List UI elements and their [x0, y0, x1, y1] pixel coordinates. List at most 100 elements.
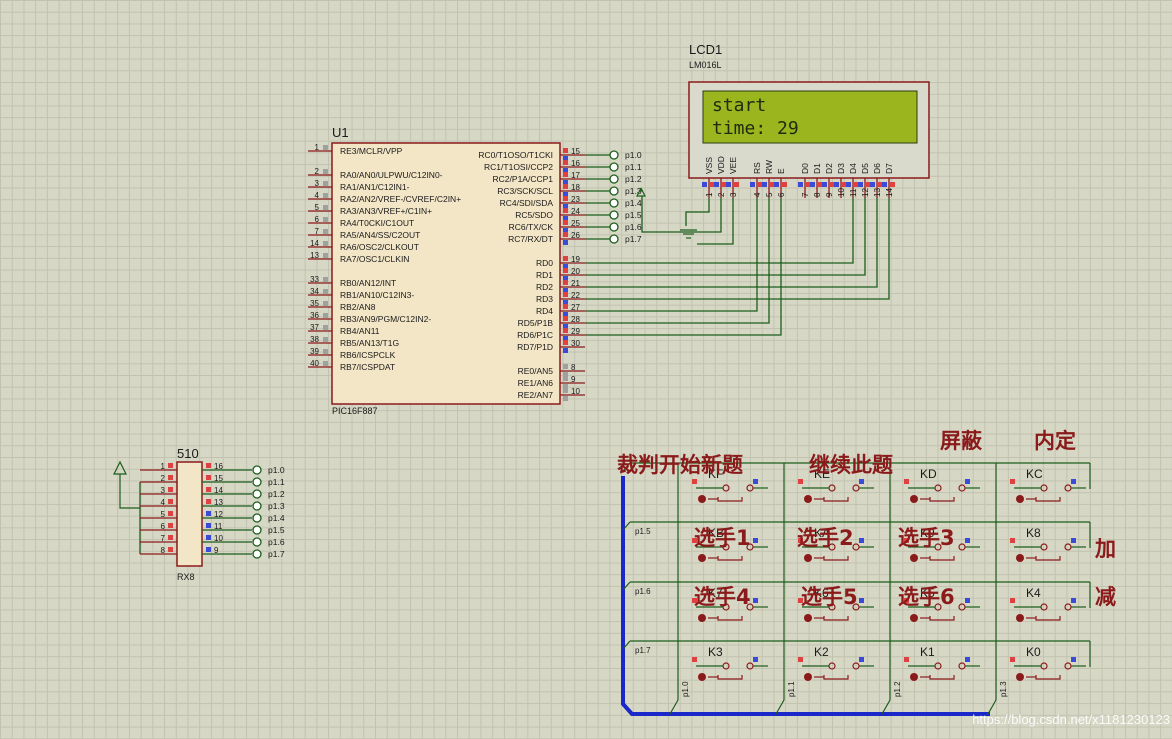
mcu-pin-num: 27 — [571, 303, 580, 312]
note-player-4: 选手4 — [694, 585, 751, 609]
lcd-pin-num: 8 — [813, 192, 822, 197]
mcu-pin-label: RB3/AN9/PGM/C12IN2- — [340, 314, 431, 324]
key-pin-marker — [753, 657, 758, 662]
rpack-left-num: 2 — [161, 474, 166, 483]
ground-symbol — [636, 187, 697, 239]
lcd-pin-marker — [846, 182, 851, 187]
mcu-pin-num: 23 — [571, 195, 580, 204]
rpack-net-label: p1.6 — [268, 537, 285, 547]
rpack-value: 510 — [177, 446, 199, 461]
mcu-pin-num: 28 — [571, 315, 580, 324]
mcu-pin-num: 9 — [571, 375, 576, 384]
key-pin-marker — [965, 657, 970, 662]
key-pin-marker — [859, 657, 864, 662]
mcu-pin-marker-right — [563, 240, 568, 245]
lcd-pin-name: D7 — [884, 163, 894, 174]
key-pin-marker — [1071, 479, 1076, 484]
rpack-pin-marker — [206, 535, 211, 540]
resistor-pack-rx8[interactable]: 510 RX8 1234567816 p1.015 p1.114 p1.213 p1.3… — [113, 446, 285, 582]
note-player-1: 选手1 — [694, 526, 751, 550]
lcd-pin-num: 4 — [753, 192, 762, 197]
mcu-pin-label: RD1 — [536, 270, 553, 280]
mcu-pin-num: 25 — [571, 219, 580, 228]
rpack-pin-marker — [206, 547, 211, 552]
mcu-pin-marker-left — [563, 316, 568, 321]
key-pin-marker — [1071, 657, 1076, 662]
mcu-part: PIC16F887 — [332, 406, 378, 416]
keypad-col-net: p1.0 — [681, 681, 690, 697]
rpack-pin-marker — [168, 463, 173, 468]
mcu-pin-marker-left — [563, 388, 568, 393]
rpack-right-num: 11 — [214, 522, 223, 531]
lcd-pin-name: E — [776, 168, 786, 174]
rpack-pin-marker — [206, 463, 211, 468]
key-contact — [1040, 484, 1048, 492]
mcu-pin-num: 4 — [315, 191, 320, 200]
key-terminal — [910, 673, 918, 681]
port-label: p1.0 — [625, 150, 642, 160]
mcu-pin-marker-left — [563, 196, 568, 201]
mcu-pin-label: RC5/SDO — [515, 210, 553, 220]
watermark: https://blog.csdn.net/x1181230123 — [972, 712, 1170, 727]
rpack-net-label: p1.5 — [268, 525, 285, 535]
lcd-pin-num: 7 — [801, 192, 810, 197]
lcd-ref: LCD1 — [689, 42, 722, 57]
port-probe — [609, 210, 619, 220]
mcu-pin-num: 14 — [310, 239, 319, 248]
key-contact — [828, 662, 836, 670]
port-label: p1.4 — [625, 198, 642, 208]
key-pin-marker — [1010, 598, 1015, 603]
lcd-pin-name: D6 — [872, 163, 882, 174]
note-player-3: 选手3 — [898, 526, 955, 550]
mcu-pin-marker-left — [563, 160, 568, 165]
key-contact — [1040, 662, 1048, 670]
key-pin-marker — [859, 538, 864, 543]
note-sub: 减 — [1095, 585, 1116, 609]
key-pin-marker — [965, 479, 970, 484]
mcu-pin-marker — [323, 229, 328, 234]
rpack-body — [176, 461, 203, 567]
lcd-pin-marker — [870, 182, 875, 187]
key-label: K3 — [708, 645, 723, 659]
mcu-pin-marker-left — [563, 376, 568, 381]
lcd-pin-marker — [762, 182, 767, 187]
note-player-2: 选手2 — [797, 526, 854, 550]
mcu-pin-label: RC1/T1OSI/CCP2 — [484, 162, 553, 172]
key-pin-marker — [798, 657, 803, 662]
key-terminal — [910, 614, 918, 622]
keypad-col-tap — [881, 699, 891, 715]
key-plunger — [929, 616, 955, 621]
mcu-pin-label: RC0/T1OSO/T1CKI — [478, 150, 553, 160]
key-terminal — [804, 495, 812, 503]
mcu-pin-label: RD6/P1C — [517, 330, 553, 340]
rpack-pins: 1234567816 p1.015 p1.114 p1.213 p1.312 p1.411… — [139, 462, 285, 559]
mcu-pin-marker — [323, 313, 328, 318]
lcd-pin-marker — [890, 182, 895, 187]
lcd-pin-name: D5 — [860, 163, 870, 174]
lcd-pin-name: VEE — [728, 157, 738, 174]
key-label: K1 — [920, 645, 935, 659]
mcu-pin-label: RD0 — [536, 258, 553, 268]
vcc-arrow — [113, 460, 140, 509]
mcu-pin-label: RA7/OSC1/CLKIN — [340, 254, 409, 264]
mcu-pin-label: RA6/OSC2/CLKOUT — [340, 242, 419, 252]
rpack-probe — [252, 501, 262, 511]
lcd-pin-num: 3 — [729, 192, 738, 197]
mcu-pin-marker — [323, 145, 328, 150]
key-contact — [1064, 603, 1072, 611]
port-probe — [609, 150, 619, 160]
mcu-pin-marker-left — [563, 184, 568, 189]
mcu-pin-marker — [323, 337, 328, 342]
key-pin-marker — [1071, 538, 1076, 543]
lcd-pin-name: VDD — [716, 156, 726, 174]
mcu-pin-num: 19 — [571, 255, 580, 264]
rpack-right-num: 10 — [214, 534, 223, 543]
key-label: K0 — [1026, 645, 1041, 659]
mcu-u1[interactable]: U1 PIC16F887 1 RE3/MCLR/VPP 2 RA0/AN0/ULPWU… — [308, 125, 585, 416]
mcu-pin-label: RE2/AN7 — [518, 390, 554, 400]
rpack-right-num: 13 — [214, 498, 223, 507]
rpack-pin-marker — [206, 487, 211, 492]
mcu-pin-num: 26 — [571, 231, 580, 240]
mcu-pin-label: RD7/P1D — [517, 342, 553, 352]
port-label: p1.1 — [625, 162, 642, 172]
